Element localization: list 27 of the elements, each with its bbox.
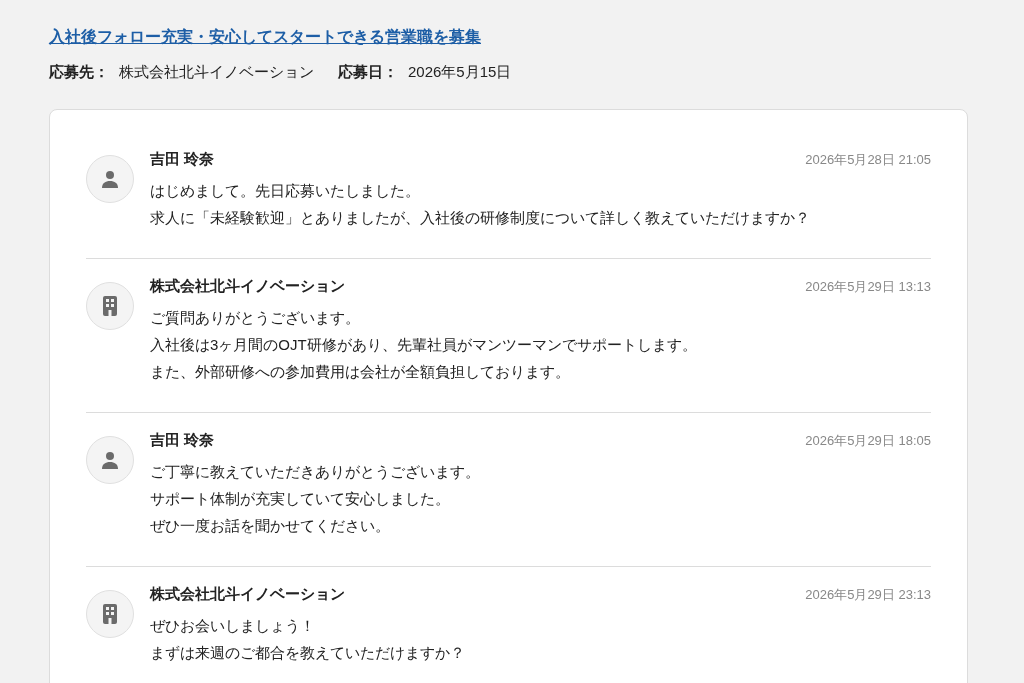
meta-value: 株式会社北斗イノベーション	[119, 62, 314, 82]
sender-name: 吉田 玲奈	[150, 430, 215, 451]
message-text: まずは来週のご都合を教えていただけますか？	[150, 642, 465, 663]
message-text: ぜひお会いしましょう！	[150, 615, 315, 636]
message-time: 2026年5月29日 13:13	[805, 277, 931, 296]
job-title-link[interactable]: 入社後フォロー充実・安心してスタートできる営業職を募集	[49, 28, 481, 45]
message-time: 2026年5月29日 23:13	[805, 585, 931, 604]
message-text: はじめまして。先日応募いたしました。	[150, 180, 420, 201]
meta-value: 2026年5月15日	[408, 62, 512, 82]
building-icon	[103, 603, 117, 624]
meta-label: 応募先：	[49, 62, 109, 82]
message-time: 2026年5月29日 18:05	[805, 431, 931, 450]
sender-name: 吉田 玲奈	[150, 149, 215, 170]
meta-label: 応募日：	[338, 62, 398, 82]
message-text: 入社後は3ヶ月間のOJT研修があり、先輩社員がマンツーマンでサポートします。	[150, 334, 697, 355]
message-time: 2026年5月28日 21:05	[805, 150, 931, 169]
message-text: ご丁寧に教えていただきありがとうございます。	[150, 461, 480, 482]
message-text: ご質問ありがとうございます。	[150, 307, 360, 328]
sender-name: 株式会社北斗イノベーション	[150, 276, 345, 297]
sender-name: 株式会社北斗イノベーション	[150, 584, 345, 605]
message-text: ぜひ一度お話を聞かせてください。	[150, 515, 390, 536]
message-text: また、外部研修への参加費用は会社が全額負担しております。	[150, 361, 570, 382]
building-icon	[103, 295, 117, 316]
person-icon	[101, 169, 119, 188]
message-text: 求人に「未経験歓迎」とありましたが、入社後の研修制度について詳しく教えていただけますか？	[150, 207, 810, 228]
person-icon	[101, 450, 119, 469]
message-text: サポート体制が充実していて安心しました。	[150, 488, 450, 509]
